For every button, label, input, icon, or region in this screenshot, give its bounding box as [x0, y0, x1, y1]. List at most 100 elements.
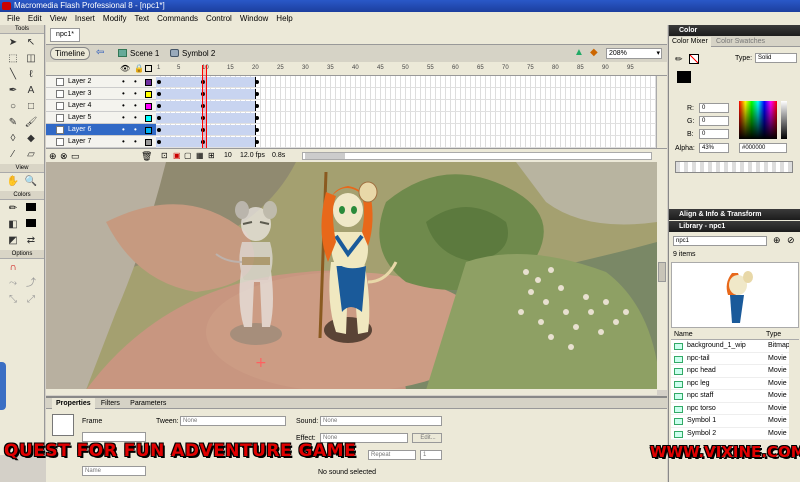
layer-outline-color[interactable]	[145, 115, 152, 122]
layer-lock-dot[interactable]: •	[134, 100, 137, 112]
menu-view[interactable]: View	[46, 14, 71, 23]
alpha-input[interactable]: 43%	[699, 143, 729, 153]
layer-lock-dot[interactable]: •	[134, 124, 137, 136]
edit-symbol-icon[interactable]: ◆	[590, 47, 602, 59]
layer-frames[interactable]	[156, 88, 656, 100]
menu-help[interactable]: Help	[272, 14, 296, 23]
edit-button[interactable]: Edit...	[412, 433, 442, 443]
library-panel-title[interactable]: Library - npc1	[669, 221, 800, 232]
layer-row[interactable]: Layer 6 • •	[46, 124, 156, 136]
keyframe-dot[interactable]	[255, 116, 259, 120]
keyframe-dot[interactable]	[255, 92, 259, 96]
lasso-tool-icon[interactable]: ℓ	[23, 68, 39, 82]
col-type[interactable]: Type	[766, 329, 781, 340]
keyframe-dot[interactable]	[255, 104, 259, 108]
free-transform-icon[interactable]: ⬚	[5, 52, 21, 66]
frame-ruler[interactable]: 1 5 10 15 20 25 30 35 40 45 50 55 60 65 70 75 80 85 90 95	[156, 62, 656, 76]
brush-tool-icon[interactable]: 🖌	[23, 116, 39, 130]
subselect-tool-icon[interactable]: ↖	[23, 36, 39, 50]
r-input[interactable]: 0	[699, 103, 729, 113]
zoom-tool-icon[interactable]: 🔍	[23, 175, 39, 189]
layer-row[interactable]: Layer 2 • •	[46, 76, 156, 88]
pencil-tool-icon[interactable]: ✎	[5, 116, 21, 130]
keyframe-dot[interactable]	[157, 140, 161, 144]
stage-vscroll[interactable]	[657, 162, 667, 390]
library-item[interactable]: npc leg Movie	[671, 377, 789, 390]
layer-lock-dot[interactable]: •	[134, 136, 137, 148]
repeat-count[interactable]: 1	[420, 450, 442, 460]
option-icon-a[interactable]: ⤡	[5, 293, 21, 307]
eraser-tool-icon[interactable]: ▱	[23, 148, 39, 162]
layer-outline-color[interactable]	[145, 103, 152, 110]
layer-row[interactable]: Layer 7 • •	[46, 136, 156, 148]
rectangle-tool-icon[interactable]: □	[23, 100, 39, 114]
new-library-icon[interactable]: ⊕	[773, 235, 781, 246]
type-select[interactable]: Solid	[755, 53, 797, 63]
layer-visibility-dot[interactable]: •	[122, 88, 125, 100]
tab-properties[interactable]: Properties	[52, 398, 95, 409]
g-input[interactable]: 0	[699, 116, 729, 126]
menu-commands[interactable]: Commands	[153, 14, 202, 23]
playhead[interactable]	[202, 65, 207, 149]
b-input[interactable]: 0	[699, 129, 729, 139]
onion-skin-icon[interactable]: ▣	[173, 149, 181, 163]
modify-markers-icon[interactable]: ⊞	[208, 149, 215, 163]
library-item[interactable]: npc staff Movie	[671, 390, 789, 403]
snap-magnet-icon[interactable]: ∩	[5, 261, 21, 275]
library-item[interactable]: npc head Movie	[671, 365, 789, 378]
timeline-button[interactable]: Timeline	[50, 47, 90, 60]
line-tool-icon[interactable]: ╲	[5, 68, 21, 82]
fill-color-icon[interactable]: ◧	[5, 218, 21, 232]
edit-multiple-icon[interactable]: ▦	[196, 149, 204, 163]
eyedropper-icon[interactable]: ⁄	[5, 148, 21, 162]
menu-modify[interactable]: Modify	[99, 14, 131, 23]
tab-filters[interactable]: Filters	[97, 398, 124, 409]
layer-outline-color[interactable]	[145, 91, 152, 98]
swap-colors-icon[interactable]: ⇄	[23, 234, 39, 248]
col-name[interactable]: Name	[674, 329, 693, 340]
layer-row[interactable]: Layer 3 • •	[46, 88, 156, 100]
layer-lock-dot[interactable]: •	[134, 88, 137, 100]
menu-edit[interactable]: Edit	[24, 14, 46, 23]
paint-bucket-icon[interactable]: ◆	[23, 132, 39, 146]
edit-scene-icon[interactable]: ▲	[574, 47, 586, 59]
zoom-select[interactable]: 208% ▾	[606, 48, 662, 59]
library-vscroll[interactable]	[789, 340, 799, 440]
layer-frames[interactable]	[156, 124, 656, 136]
pin-library-icon[interactable]: ⊘	[787, 235, 795, 246]
repeat-select[interactable]: Repeat	[368, 450, 416, 460]
keyframe-dot[interactable]	[255, 128, 259, 132]
library-item[interactable]: Symbol 2 Movie	[671, 427, 789, 440]
hex-input[interactable]: #000000	[739, 143, 787, 153]
menu-window[interactable]: Window	[236, 14, 272, 23]
layer-frames[interactable]	[156, 76, 656, 88]
mixer-stroke-icon[interactable]: ✏	[675, 54, 683, 65]
stroke-color-icon[interactable]: ✏	[5, 202, 21, 216]
document-tab[interactable]: npc1*	[50, 28, 80, 42]
onion-outline-icon[interactable]: ▢	[184, 149, 192, 163]
black-white-icon[interactable]: ◩	[5, 234, 21, 248]
layer-visibility-dot[interactable]: •	[122, 124, 125, 136]
oval-tool-icon[interactable]: ○	[5, 100, 21, 114]
timeline-hscroll[interactable]	[302, 152, 652, 160]
fill-swatch-icon[interactable]	[677, 71, 691, 83]
library-item[interactable]: background_1_wip Bitmap	[671, 340, 789, 353]
keyframe-dot[interactable]	[255, 140, 259, 144]
mixer-fill-icon[interactable]	[689, 54, 699, 64]
layer-lock-dot[interactable]: •	[134, 112, 137, 124]
library-select[interactable]: npc1	[673, 236, 767, 246]
stage-hscroll[interactable]	[46, 389, 657, 395]
arrow-tool-icon[interactable]: ➤	[5, 36, 21, 50]
fill-transform-icon[interactable]: ◫	[23, 52, 39, 66]
sound-select[interactable]: None	[320, 416, 442, 426]
eye-icon[interactable]: 👁	[120, 64, 130, 73]
keyframe-dot[interactable]	[255, 80, 259, 84]
menu-control[interactable]: Control	[202, 14, 236, 23]
keyframe-dot[interactable]	[157, 104, 161, 108]
stage-canvas[interactable]: +	[46, 162, 657, 390]
center-frame-icon[interactable]: ⊡	[161, 149, 168, 163]
fill-swatch[interactable]	[23, 218, 39, 232]
color-panel-title[interactable]: Color	[669, 25, 800, 36]
layer-outline-color[interactable]	[145, 127, 152, 134]
outline-icon[interactable]	[145, 65, 152, 72]
